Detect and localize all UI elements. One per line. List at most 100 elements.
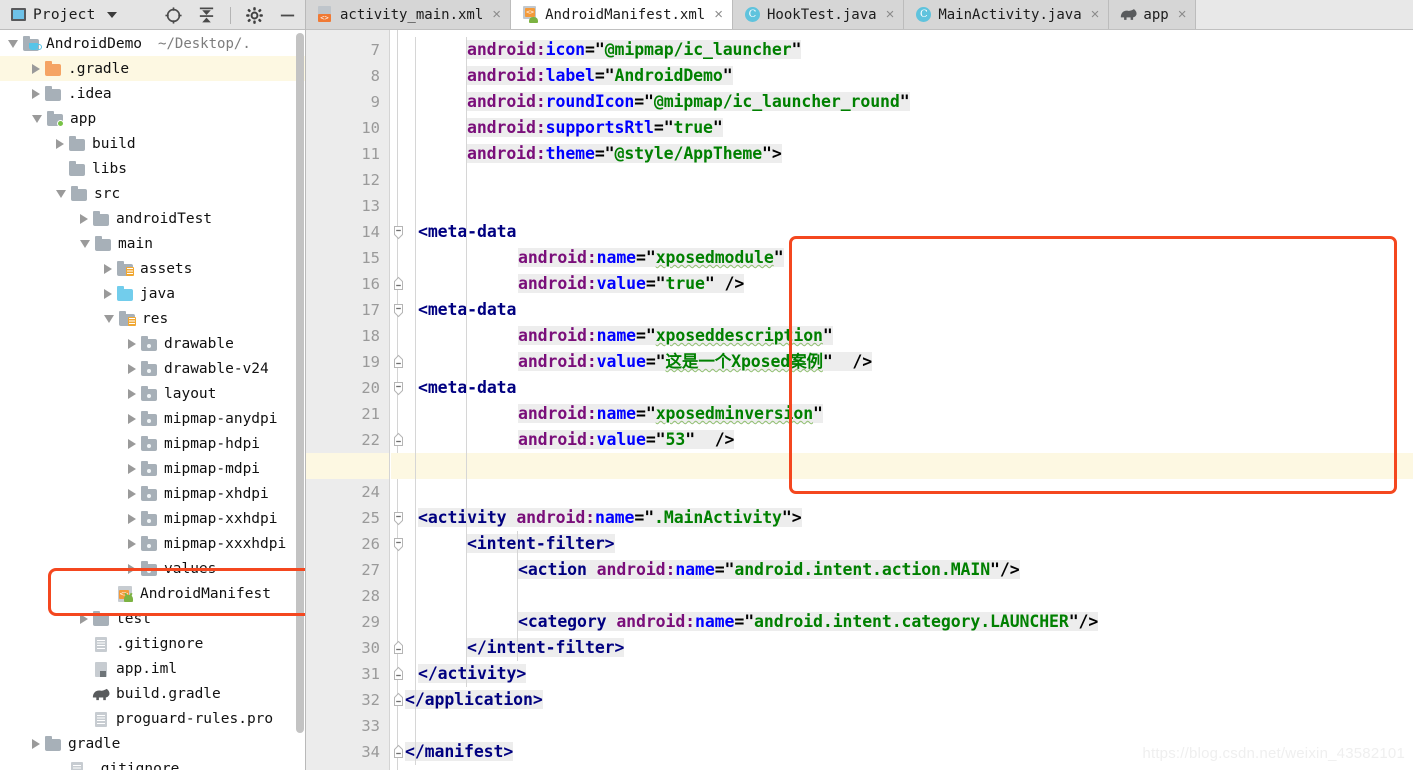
code-line-26[interactable]: <intent-filter> <box>405 531 1413 557</box>
code-line-23[interactable] <box>405 453 1413 479</box>
code-line-25[interactable]: <activity android:name=".MainActivity"> <box>405 505 1413 531</box>
chevron-right-icon[interactable] <box>104 263 112 274</box>
chevron-right-icon[interactable] <box>128 338 136 349</box>
tree-item-gitignore[interactable]: .gitignore <box>0 756 305 770</box>
editor-tab-mainactivity-java[interactable]: C MainActivity.java × <box>904 0 1110 29</box>
tree-item-gradle[interactable]: .gradle <box>0 56 305 81</box>
fold-collapse-icon[interactable] <box>392 219 405 245</box>
tree-item-proguard-rules-pro[interactable]: proguard-rules.pro <box>0 706 305 731</box>
chevron-down-icon[interactable] <box>56 189 66 198</box>
tree-item-mipmap-mdpi[interactable]: mipmap-mdpi <box>0 456 305 481</box>
chevron-down-icon[interactable] <box>8 39 18 48</box>
locate-icon[interactable] <box>164 6 183 25</box>
fold-collapse-icon[interactable] <box>392 505 405 531</box>
editor-tab-androidmanifest-xml[interactable]: AndroidManifest.xml × <box>511 0 733 29</box>
minimize-icon[interactable] <box>278 6 297 25</box>
project-view-selector[interactable]: Project <box>0 7 117 23</box>
chevron-right-icon[interactable] <box>128 463 136 474</box>
tree-item-layout[interactable]: layout <box>0 381 305 406</box>
tree-item-test[interactable]: test <box>0 606 305 631</box>
fold-collapse-icon[interactable] <box>392 531 405 557</box>
fold-end-icon[interactable] <box>392 739 405 765</box>
chevron-down-icon[interactable] <box>106 11 117 18</box>
tree-item-mipmap-xhdpi[interactable]: mipmap-xhdpi <box>0 481 305 506</box>
chevron-right-icon[interactable] <box>128 488 136 499</box>
tree-item-gitignore[interactable]: .gitignore <box>0 631 305 656</box>
editor-tab-app[interactable]: app × <box>1109 0 1197 29</box>
code-fold-column[interactable] <box>391 30 405 770</box>
fold-end-icon[interactable] <box>392 349 405 375</box>
chevron-right-icon[interactable] <box>104 288 112 299</box>
chevron-right-icon[interactable] <box>32 63 40 74</box>
code-line-22[interactable]: android:value="53" /> <box>405 427 1413 453</box>
chevron-right-icon[interactable] <box>128 413 136 424</box>
chevron-right-icon[interactable] <box>80 213 88 224</box>
tree-item-androidmanifest[interactable]: <> AndroidManifest <box>0 581 305 606</box>
close-icon[interactable]: × <box>492 6 501 23</box>
code-line-16[interactable]: android:value="true" /> <box>405 271 1413 297</box>
tree-item-res[interactable]: res <box>0 306 305 331</box>
gear-icon[interactable] <box>245 6 264 25</box>
chevron-right-icon[interactable] <box>128 563 136 574</box>
chevron-right-icon[interactable] <box>56 138 64 149</box>
code-line-27[interactable]: <action android:name="android.intent.act… <box>405 557 1413 583</box>
editor-tab-hooktest-java[interactable]: C HookTest.java × <box>732 0 905 29</box>
code-line-19[interactable]: android:value="这是一个Xposed案例" /> <box>405 349 1413 375</box>
close-icon[interactable]: × <box>1178 6 1187 23</box>
code-line-21[interactable]: android:name="xposedminversion" <box>405 401 1413 427</box>
tree-item-mipmap-hdpi[interactable]: mipmap-hdpi <box>0 431 305 456</box>
tree-item-java[interactable]: java <box>0 281 305 306</box>
tree-item-idea[interactable]: .idea <box>0 81 305 106</box>
code-line-17[interactable]: <meta-data <box>405 297 1413 323</box>
tree-item-libs[interactable]: libs <box>0 156 305 181</box>
fold-end-icon[interactable] <box>392 427 405 453</box>
chevron-right-icon[interactable] <box>128 438 136 449</box>
chevron-right-icon[interactable] <box>32 88 40 99</box>
tree-item-app[interactable]: app <box>0 106 305 131</box>
code-line-30[interactable]: </intent-filter> <box>405 635 1413 661</box>
tree-item-mipmap-xxhdpi[interactable]: mipmap-xxhdpi <box>0 506 305 531</box>
code-line-28[interactable] <box>405 583 1413 609</box>
tree-item-androiddemo[interactable]: AndroidDemo ~/Desktop/. <box>0 31 305 56</box>
tree-item-mipmap-xxxhdpi[interactable]: mipmap-xxxhdpi <box>0 531 305 556</box>
code-line-13[interactable] <box>405 193 1413 219</box>
close-icon[interactable]: × <box>1091 6 1100 23</box>
close-icon[interactable]: × <box>714 6 723 23</box>
code-line-12[interactable] <box>405 167 1413 193</box>
tree-item-main[interactable]: main <box>0 231 305 256</box>
code-line-32[interactable]: </application> <box>405 687 1413 713</box>
fold-collapse-icon[interactable] <box>392 375 405 401</box>
code-line-20[interactable]: <meta-data <box>405 375 1413 401</box>
chevron-right-icon[interactable] <box>128 388 136 399</box>
tree-item-drawable-v24[interactable]: drawable-v24 <box>0 356 305 381</box>
code-line-9[interactable]: android:roundIcon="@mipmap/ic_launcher_r… <box>405 89 1413 115</box>
tree-item-drawable[interactable]: drawable <box>0 331 305 356</box>
tree-item-assets[interactable]: assets <box>0 256 305 281</box>
editor-body[interactable]: 7891011121314151617181920212223242526272… <box>306 30 1413 770</box>
code-content[interactable]: android:icon="@mipmap/ic_launcher"androi… <box>405 30 1413 770</box>
chevron-right-icon[interactable] <box>32 738 40 749</box>
code-line-11[interactable]: android:theme="@style/AppTheme"> <box>405 141 1413 167</box>
project-tree-scrollbar[interactable] <box>296 33 304 733</box>
editor-tab-activity-main-xml[interactable]: activity_main.xml × <box>306 0 512 29</box>
tree-item-app-iml[interactable]: app.iml <box>0 656 305 681</box>
tree-item-build-gradle[interactable]: build.gradle <box>0 681 305 706</box>
project-tree[interactable]: AndroidDemo ~/Desktop/. .gradle .idea app bui… <box>0 30 305 770</box>
chevron-down-icon[interactable] <box>32 114 42 123</box>
fold-end-icon[interactable] <box>392 661 405 687</box>
fold-end-icon[interactable] <box>392 635 405 661</box>
code-line-18[interactable]: android:name="xposeddescription" <box>405 323 1413 349</box>
tree-item-gradle[interactable]: gradle <box>0 731 305 756</box>
fold-collapse-icon[interactable] <box>392 297 405 323</box>
chevron-right-icon[interactable] <box>80 613 88 624</box>
tree-item-src[interactable]: src <box>0 181 305 206</box>
tree-item-mipmap-anydpi[interactable]: mipmap-anydpi <box>0 406 305 431</box>
tree-item-build[interactable]: build <box>0 131 305 156</box>
tree-item-androidtest[interactable]: androidTest <box>0 206 305 231</box>
code-line-24[interactable] <box>405 479 1413 505</box>
fold-end-icon[interactable] <box>392 687 405 713</box>
tree-item-values[interactable]: values <box>0 556 305 581</box>
code-line-7[interactable]: android:icon="@mipmap/ic_launcher" <box>405 37 1413 63</box>
chevron-right-icon[interactable] <box>128 513 136 524</box>
collapse-all-icon[interactable] <box>197 6 216 25</box>
